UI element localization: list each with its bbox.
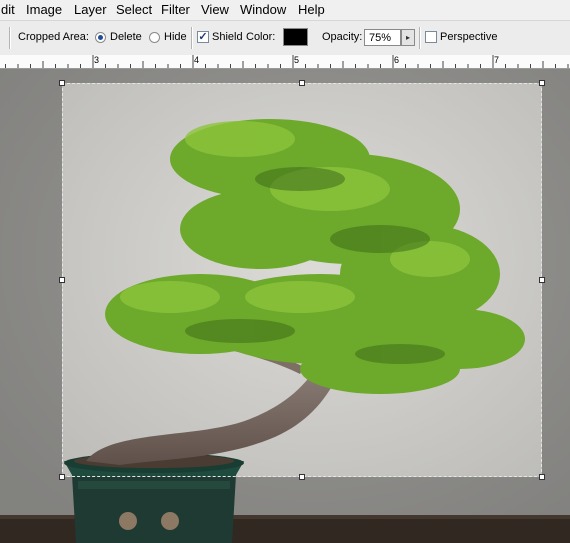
menu-help[interactable]: Help [298, 2, 325, 17]
crop-shield [0, 83, 62, 477]
color-label: Color: [246, 31, 276, 43]
crop-shield [0, 69, 570, 83]
delete-label: Delete [110, 31, 142, 43]
options-bar: Cropped Area: Delete Hide ✓ Shield Color… [0, 20, 570, 56]
opacity-input[interactable]: 75% [364, 29, 401, 46]
menu-select[interactable]: Select [116, 2, 152, 17]
ruler-label: 4 [194, 55, 200, 65]
shield-label: Shield [212, 31, 243, 43]
options-divider [191, 27, 193, 49]
crop-handle-top-right[interactable] [539, 80, 545, 86]
perspective-checkbox[interactable] [425, 31, 437, 43]
horizontal-ruler: 3 4 5 6 7 [0, 55, 570, 69]
crop-shield [0, 477, 570, 543]
document-canvas[interactable] [0, 69, 570, 543]
ruler-label: 5 [294, 55, 300, 65]
cropped-area-label: Cropped Area: [18, 31, 89, 43]
crop-handle-top[interactable] [299, 80, 305, 86]
shield-color-swatch[interactable] [283, 28, 308, 46]
ruler-label: 3 [94, 55, 100, 65]
crop-shield [542, 83, 570, 477]
hide-label: Hide [164, 31, 187, 43]
hide-radio[interactable] [149, 32, 160, 43]
ruler-label: 7 [494, 55, 500, 65]
crop-handle-left[interactable] [59, 277, 65, 283]
opacity-slider-arrow-icon[interactable]: ▸ [401, 29, 415, 46]
options-divider [9, 27, 11, 49]
crop-handle-right[interactable] [539, 277, 545, 283]
shield-checkbox[interactable]: ✓ [197, 31, 209, 43]
perspective-label: Perspective [440, 31, 498, 43]
ruler-label: 6 [394, 55, 400, 65]
menu-filter[interactable]: Filter [161, 2, 190, 17]
crop-handle-bottom-right[interactable] [539, 474, 545, 480]
menu-bar: dit Image Layer Select Filter View Windo… [0, 0, 570, 20]
crop-handle-bottom[interactable] [299, 474, 305, 480]
crop-handle-bottom-left[interactable] [59, 474, 65, 480]
options-divider [419, 27, 421, 49]
menu-window[interactable]: Window [240, 2, 286, 17]
crop-selection[interactable] [62, 83, 542, 477]
ruler-ticks [5, 55, 569, 68]
menu-image[interactable]: Image [26, 2, 62, 17]
opacity-label: Opacity: [322, 31, 363, 43]
menu-view[interactable]: View [201, 2, 229, 17]
crop-handle-top-left[interactable] [59, 80, 65, 86]
menu-layer[interactable]: Layer [74, 2, 107, 17]
delete-radio[interactable] [95, 32, 106, 43]
menu-edit[interactable]: dit [1, 2, 15, 17]
